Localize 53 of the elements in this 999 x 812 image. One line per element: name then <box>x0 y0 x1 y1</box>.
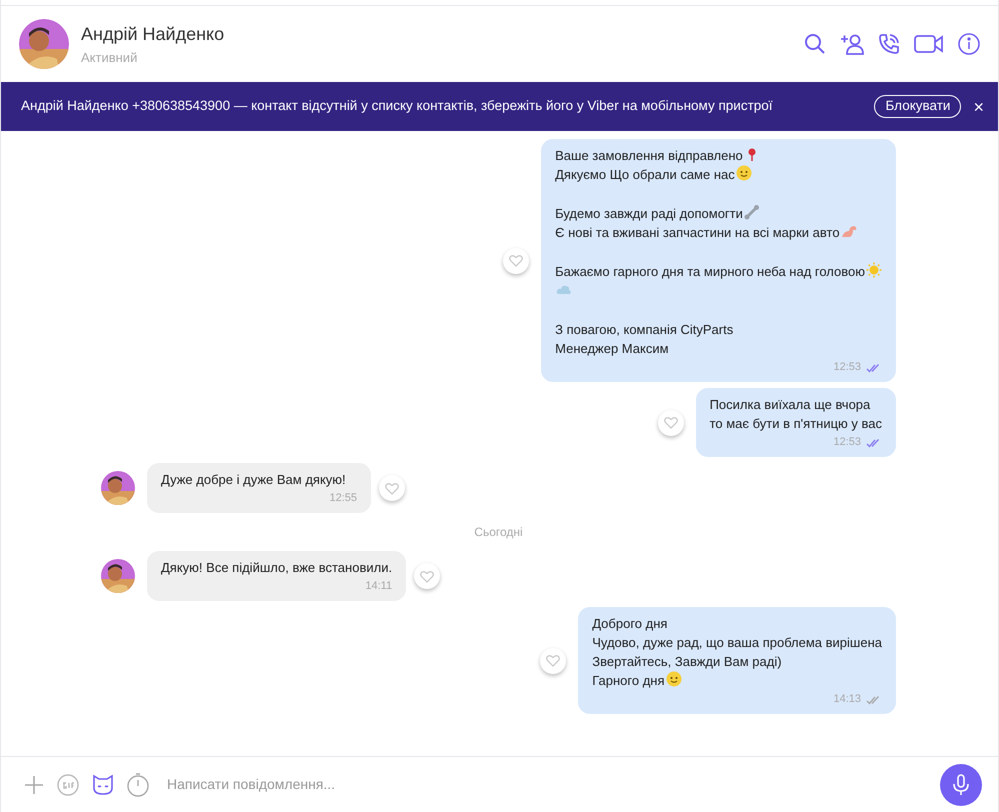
contact-status: Активний <box>81 48 138 67</box>
message-text: Є нові та вживані запчастини на всі марки авто <box>555 224 840 242</box>
heart-icon <box>420 570 434 582</box>
sticker-icon[interactable] <box>91 774 115 796</box>
banner-text: Андрій Найденко +380638543900 — контакт відсутній у списку контактів, збережіть його у Viber на мобільному пристрої <box>21 97 773 116</box>
message-text: З повагою, компанія CityParts <box>555 321 734 339</box>
message-text: Дякуємо Що обрали саме нас <box>555 166 735 184</box>
message-text: Доброго дня <box>592 615 668 633</box>
message-text: Ваше замовлення відправлено <box>555 147 743 165</box>
phone-icon[interactable] <box>878 33 900 55</box>
contact-name: Андрій Найденко <box>81 22 224 46</box>
heart-icon <box>509 254 524 267</box>
add-contact-icon[interactable] <box>840 33 864 55</box>
message-text: Менеджер Максим <box>555 340 669 358</box>
like-button[interactable] <box>414 563 440 589</box>
plus-icon[interactable] <box>23 774 45 796</box>
like-button[interactable] <box>540 648 566 674</box>
timer-icon[interactable] <box>127 772 149 796</box>
smiley-icon <box>736 165 752 181</box>
message-text: Чудово, дуже рад, що ваша проблема вирішена <box>592 634 882 652</box>
heart-icon <box>385 482 399 494</box>
microphone-icon <box>952 774 970 796</box>
message-text: Будемо завжди раді допомогти <box>555 205 743 223</box>
search-icon[interactable] <box>804 33 826 55</box>
message-text: Звертайтесь, Завжди Вам раді) <box>592 653 782 671</box>
wrench-icon <box>744 204 760 220</box>
info-icon[interactable] <box>958 33 980 55</box>
smiley-icon <box>666 671 682 687</box>
gif-icon[interactable] <box>57 774 79 796</box>
heart-icon <box>664 416 678 429</box>
message-text: Гарного дня <box>592 672 665 690</box>
like-button[interactable] <box>503 248 530 274</box>
message-text: то має бути в п'ятницю у вас <box>710 415 882 433</box>
date-separator: Сьогодні <box>474 524 523 541</box>
like-button[interactable] <box>658 410 684 436</box>
message-time: 14:13 <box>833 692 861 707</box>
heart-icon <box>546 654 560 667</box>
flexed-arm-icon <box>840 223 857 239</box>
message-text: Посилка виїхала ще вчора <box>710 396 870 414</box>
message-text: Бажаємо гарного дня та мирного неба над головою <box>555 263 865 281</box>
microphone-button[interactable] <box>940 764 982 806</box>
sun-icon <box>866 262 882 278</box>
message-input[interactable]: Написати повідомлення... <box>167 774 928 795</box>
message-time: 12:55 <box>329 491 357 506</box>
message-time: 12:53 <box>833 435 861 450</box>
block-button[interactable]: Блокувати <box>874 95 962 118</box>
message-time: 14:11 <box>365 579 392 594</box>
like-button[interactable] <box>379 475 405 501</box>
message-time: 12:53 <box>833 360 861 375</box>
message-text: Дякую! Все підійшло, вже встановили. <box>161 559 392 577</box>
close-button[interactable]: × <box>973 98 984 116</box>
video-camera-icon[interactable] <box>914 33 944 55</box>
message-text: Дуже добре і дуже Вам дякую! <box>161 471 346 489</box>
